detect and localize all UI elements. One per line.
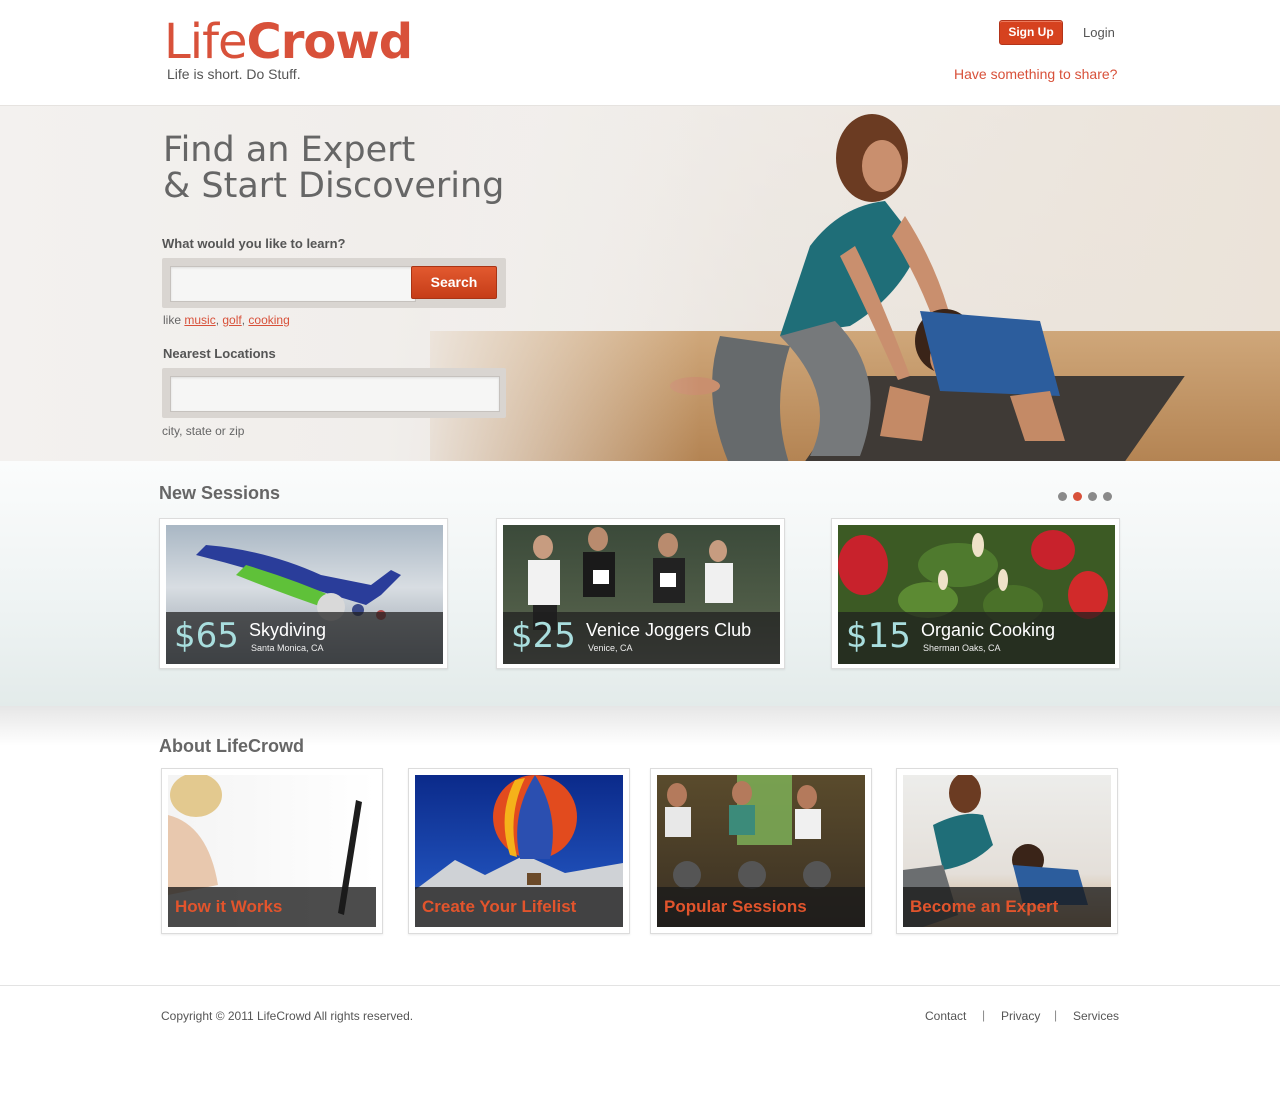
carousel-dot-4[interactable] — [1103, 492, 1112, 501]
create-lifelist-photo: Create Your Lifelist — [415, 775, 623, 927]
search-hint: like music, golf, cooking — [163, 313, 290, 327]
tagline: Life is short. Do Stuff. — [167, 66, 301, 82]
hero-title-line2: & Start Discovering — [163, 166, 505, 206]
hero-title-line1: Find an Expert — [163, 130, 416, 170]
about-label: Become an Expert — [910, 897, 1059, 916]
about-label: Create Your Lifelist — [422, 897, 577, 916]
session-price: $25 — [511, 616, 576, 656]
search-button[interactable]: Search — [411, 266, 497, 299]
about-caption: Become an Expert — [903, 887, 1111, 927]
about-card-become-expert[interactable]: Become an Expert — [896, 768, 1118, 934]
session-name: Organic Cooking — [921, 620, 1056, 640]
footer-link-services[interactable]: Services — [1073, 1009, 1119, 1023]
session-caption: $25 Venice Joggers Club Venice, CA — [503, 612, 780, 664]
hint-prefix: like — [163, 313, 182, 327]
footer-link-contact[interactable]: Contact — [925, 1009, 966, 1023]
session-price: $65 — [174, 616, 239, 656]
session-name: Venice Joggers Club — [586, 620, 752, 640]
joggers-photo: $25 Venice Joggers Club Venice, CA — [503, 525, 780, 664]
hint-link-cooking[interactable]: cooking — [248, 313, 289, 327]
become-expert-photo: Become an Expert — [903, 775, 1111, 927]
location-field-wrap — [162, 368, 506, 418]
logo[interactable]: LifeCrowd — [164, 14, 414, 70]
new-sessions-title: New Sessions — [159, 483, 281, 503]
session-location: Sherman Oaks, CA — [923, 643, 1001, 653]
footer-divider — [0, 985, 1280, 986]
share-link[interactable]: Have something to share? — [954, 66, 1117, 82]
hero-banner: Find an Expert & Start Discovering What … — [0, 105, 1280, 462]
session-caption: $15 Organic Cooking Sherman Oaks, CA — [838, 612, 1115, 664]
footer-separator: | — [982, 1008, 986, 1022]
session-name: Skydiving — [249, 620, 327, 640]
about-label: How it Works — [175, 897, 283, 916]
about-title: About LifeCrowd — [159, 736, 304, 756]
search-input[interactable] — [170, 266, 416, 302]
popular-sessions-photo: Popular Sessions — [657, 775, 865, 927]
location-hint: city, state or zip — [162, 424, 245, 438]
hero-photo-people — [670, 114, 1065, 461]
copyright: Copyright © 2011 LifeCrowd All rights re… — [161, 1009, 414, 1023]
session-card-cooking[interactable]: $15 Organic Cooking Sherman Oaks, CA — [831, 518, 1120, 669]
hero-title: Find an Expert & Start Discovering — [163, 132, 504, 204]
hint-link-golf[interactable]: golf — [222, 313, 241, 327]
session-caption: $65 Skydiving Santa Monica, CA — [166, 612, 443, 664]
cooking-photo: $15 Organic Cooking Sherman Oaks, CA — [838, 525, 1115, 664]
footer-link-privacy[interactable]: Privacy — [1001, 1009, 1040, 1023]
session-price: $15 — [846, 616, 911, 656]
location-input[interactable] — [170, 376, 500, 412]
session-card-skydiving[interactable]: $65 Skydiving Santa Monica, CA — [159, 518, 448, 669]
footer-separator: | — [1054, 1008, 1058, 1022]
session-location: Venice, CA — [588, 643, 633, 653]
sign-up-button[interactable]: Sign Up — [999, 20, 1063, 45]
about-card-popular-sessions[interactable]: Popular Sessions — [650, 768, 872, 934]
about-caption: Popular Sessions — [657, 887, 865, 927]
skydiving-photo: $65 Skydiving Santa Monica, CA — [166, 525, 443, 664]
login-link[interactable]: Login — [1083, 25, 1115, 40]
about-caption: Create Your Lifelist — [415, 887, 623, 927]
carousel-dot-3[interactable] — [1088, 492, 1097, 501]
how-it-works-photo: How it Works — [168, 775, 376, 927]
carousel-dot-2[interactable] — [1073, 492, 1082, 501]
about-label: Popular Sessions — [664, 897, 807, 916]
session-card-joggers[interactable]: $25 Venice Joggers Club Venice, CA — [496, 518, 785, 669]
about-card-create-lifelist[interactable]: Create Your Lifelist — [408, 768, 630, 934]
hint-link-music[interactable]: music — [184, 313, 215, 327]
session-location: Santa Monica, CA — [251, 643, 324, 653]
logo-bold: Crowd — [246, 14, 414, 70]
learn-label: What would you like to learn? — [162, 236, 346, 251]
about-card-how-it-works[interactable]: How it Works — [161, 768, 383, 934]
about-caption: How it Works — [168, 887, 376, 927]
logo-light: Life — [164, 14, 248, 70]
carousel-dot-1[interactable] — [1058, 492, 1067, 501]
location-label: Nearest Locations — [163, 346, 276, 361]
